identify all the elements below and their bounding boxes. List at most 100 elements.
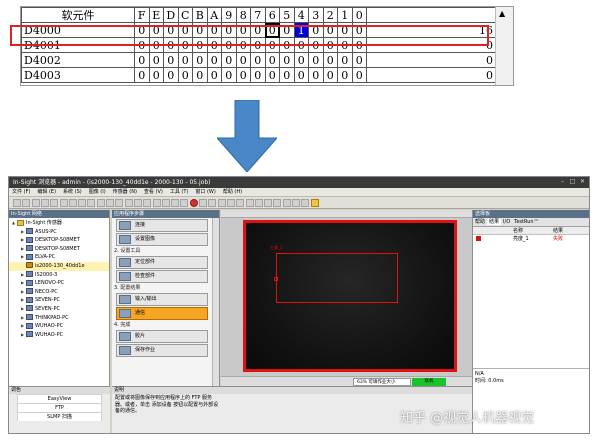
record-icon[interactable] bbox=[189, 199, 198, 207]
toolbar-icon[interactable] bbox=[264, 199, 273, 207]
bit-cell[interactable]: 0 bbox=[206, 52, 222, 68]
bit-cell[interactable]: 0 bbox=[308, 52, 324, 68]
bit-cell[interactable]: 0 bbox=[192, 52, 208, 68]
tree-item[interactable]: ▶ LENOVO-PC bbox=[9, 279, 109, 288]
toolbar-icon[interactable] bbox=[161, 199, 170, 207]
palette-item[interactable]: FTP bbox=[17, 403, 102, 412]
tree-root[interactable]: ▲ In-Sight 传感器 bbox=[9, 219, 109, 228]
toolbar-icon[interactable] bbox=[171, 199, 180, 207]
toolbar-icon[interactable] bbox=[124, 199, 133, 207]
toolbar-icon[interactable] bbox=[226, 199, 235, 207]
step-button[interactable]: 连接 bbox=[116, 219, 208, 232]
toolbar-icon[interactable] bbox=[301, 199, 310, 207]
roi-region[interactable] bbox=[276, 253, 398, 303]
toolbar-icon[interactable] bbox=[59, 199, 68, 207]
step-button[interactable]: 胶片 bbox=[116, 330, 208, 343]
menu-item[interactable]: 图像 (I) bbox=[89, 189, 106, 195]
toolbar-icon[interactable] bbox=[87, 199, 96, 207]
online-status[interactable]: 联机 bbox=[412, 378, 446, 386]
bit-cell[interactable]: 0 bbox=[163, 52, 179, 68]
menu-item[interactable]: 系统 (S) bbox=[63, 189, 82, 195]
toolbar-icon[interactable] bbox=[152, 199, 161, 207]
triangle-up-icon[interactable]: ▲ bbox=[499, 9, 505, 18]
toolbar-icon[interactable] bbox=[115, 199, 124, 207]
tab[interactable]: 结果 bbox=[487, 219, 502, 225]
bit-cell[interactable]: 0 bbox=[134, 52, 150, 68]
toolbar-icon[interactable] bbox=[106, 199, 114, 207]
bit-cell[interactable]: 0 bbox=[177, 67, 193, 83]
results-col-result[interactable]: 结果 bbox=[553, 227, 563, 235]
bit-cell[interactable]: 0 bbox=[308, 67, 324, 83]
bit-cell[interactable]: 0 bbox=[351, 67, 367, 83]
menu-item[interactable]: 文件 (F) bbox=[12, 189, 30, 195]
bit-cell[interactable]: 0 bbox=[293, 67, 309, 83]
close-icon[interactable]: ✕ bbox=[578, 178, 587, 186]
table-row[interactable]: D4002 0 0 0 0 0 0 0 0 0 0 0 0 0 0 0 0 0 bbox=[21, 52, 498, 68]
bit-cell[interactable]: 0 bbox=[148, 67, 164, 83]
camera-image[interactable]: 工具_1 bbox=[243, 220, 457, 372]
toolbar-icon[interactable] bbox=[96, 199, 105, 207]
toolbar-icon[interactable] bbox=[292, 199, 300, 207]
step-button[interactable]: 保存作业 bbox=[116, 344, 208, 357]
roi-handle[interactable] bbox=[274, 277, 278, 281]
results-col-name[interactable]: 名称 bbox=[513, 227, 523, 235]
bit-cell[interactable]: 0 bbox=[351, 52, 367, 68]
table-row[interactable]: 亮度_1 失败 bbox=[473, 235, 589, 243]
toolbar-icon[interactable] bbox=[273, 199, 282, 207]
tree-item[interactable]: ▶ DESKTOP-S08MET bbox=[9, 245, 109, 254]
tree-item[interactable]: ▶ IS2000-3 bbox=[9, 271, 109, 280]
bit-cell[interactable]: 0 bbox=[221, 67, 237, 83]
bit-cell[interactable]: 0 bbox=[264, 52, 280, 68]
toolbar-icon[interactable] bbox=[143, 199, 152, 207]
bit-cell[interactable]: 0 bbox=[163, 67, 179, 83]
toolbar-icon[interactable] bbox=[254, 199, 263, 207]
bit-cell[interactable]: 0 bbox=[322, 52, 338, 68]
step-button[interactable]: 定位部件 bbox=[116, 256, 208, 269]
tab[interactable]: TestRun™ bbox=[512, 219, 540, 225]
toolbar-icon[interactable] bbox=[40, 199, 49, 207]
bit-cell[interactable]: 0 bbox=[134, 67, 150, 83]
toolbar-icon[interactable] bbox=[208, 199, 217, 207]
toolbar-icon[interactable] bbox=[217, 199, 226, 207]
bit-cell[interactable]: 0 bbox=[279, 52, 295, 68]
tree-item[interactable]: ▶ SEVEN-PC bbox=[9, 296, 109, 305]
maximize-icon[interactable]: □ bbox=[568, 178, 577, 186]
steps-scrollbar[interactable] bbox=[212, 218, 219, 386]
bit-cell[interactable]: 0 bbox=[293, 52, 309, 68]
menu-item[interactable]: 工具 (T) bbox=[170, 189, 189, 195]
tree-item[interactable]: ▶ WUHAO-PC bbox=[9, 322, 109, 331]
bit-cell[interactable]: 0 bbox=[322, 67, 338, 83]
palette-item[interactable]: SLMP 扫描 bbox=[17, 412, 102, 421]
tree-item[interactable]: ▶ SEVEN-PC bbox=[9, 305, 109, 314]
toolbar-icon[interactable] bbox=[78, 199, 87, 207]
tree-item[interactable]: ▶ DESKTOP-S08MET bbox=[9, 236, 109, 245]
tab[interactable]: I/O bbox=[501, 219, 512, 225]
bit-cell[interactable]: 0 bbox=[337, 52, 353, 68]
register-scrollbar[interactable]: ▲ bbox=[495, 7, 513, 85]
tree-item[interactable]: ▶ WUHAO-PC bbox=[9, 331, 109, 340]
toolbar-icon[interactable] bbox=[22, 199, 31, 207]
bit-cell[interactable]: 0 bbox=[250, 67, 266, 83]
step-button[interactable]: 通信 bbox=[116, 307, 208, 320]
bit-cell[interactable]: 0 bbox=[177, 52, 193, 68]
tab[interactable]: 帮助 bbox=[473, 219, 487, 225]
toolbar-icon[interactable] bbox=[133, 199, 142, 207]
toolbar-icon[interactable] bbox=[31, 199, 40, 207]
bit-cell[interactable]: 0 bbox=[250, 52, 266, 68]
toolbar-icon[interactable] bbox=[68, 199, 77, 207]
minimize-icon[interactable]: – bbox=[558, 178, 567, 186]
bit-cell[interactable]: 0 bbox=[148, 52, 164, 68]
tree-item[interactable]: ▶ THINKPAD-PC bbox=[9, 314, 109, 323]
online-toggle-icon[interactable] bbox=[310, 199, 319, 207]
bit-cell[interactable]: 0 bbox=[192, 67, 208, 83]
tree-item[interactable]: ▶ ELVA-PC bbox=[9, 253, 109, 262]
palette-item[interactable]: EasyView bbox=[17, 394, 102, 403]
toolbar-icon[interactable] bbox=[13, 199, 21, 207]
table-row[interactable]: D4003 0 0 0 0 0 0 0 0 0 0 0 0 0 0 0 0 0 bbox=[21, 67, 498, 83]
toolbar-icon[interactable] bbox=[282, 199, 291, 207]
step-button[interactable]: 检查部件 bbox=[116, 270, 208, 283]
menu-item[interactable]: 窗口 (W) bbox=[195, 189, 215, 195]
menu-item[interactable]: 查看 (V) bbox=[144, 189, 163, 195]
tree-item[interactable]: ▶ ASUS-PC bbox=[9, 228, 109, 237]
tree-item[interactable]: is2000-130_40dd1e bbox=[9, 261, 109, 271]
